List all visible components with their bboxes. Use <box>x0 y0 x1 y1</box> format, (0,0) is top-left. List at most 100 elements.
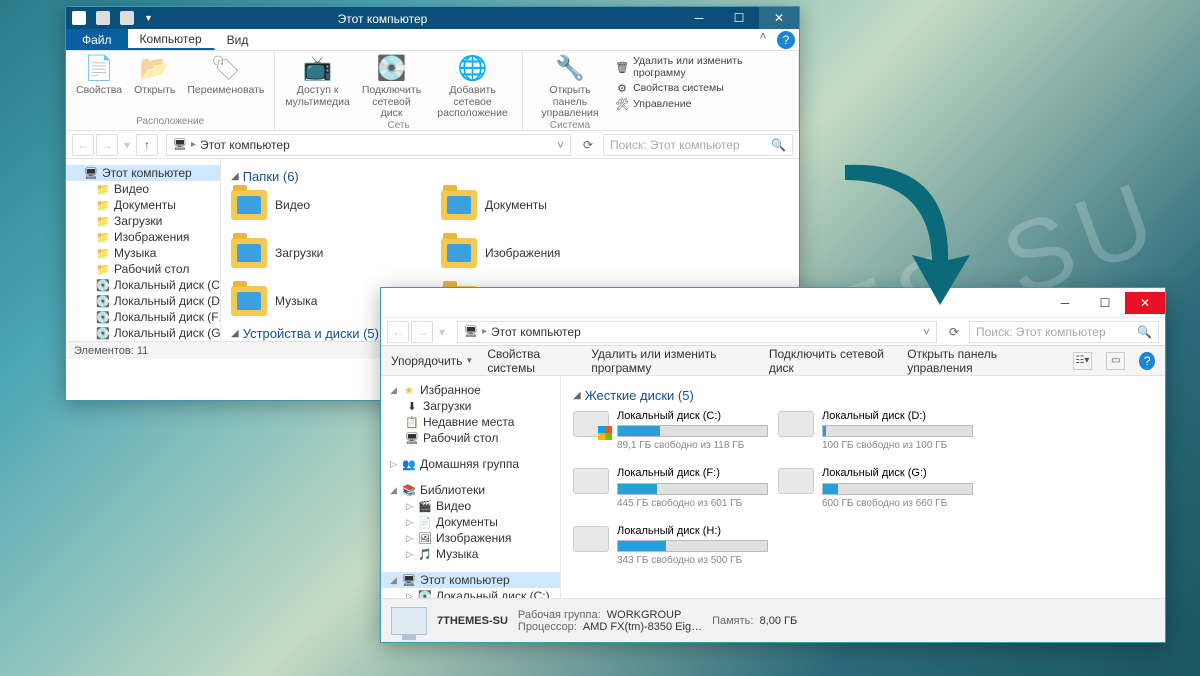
sidebar-item[interactable]: 📁Музыка <box>66 245 220 261</box>
manage-button[interactable]: 🛠Управление <box>615 97 788 111</box>
sidebar-item[interactable]: 📁Видео <box>66 181 220 197</box>
minimize-button[interactable]: ─ <box>679 7 719 29</box>
folder-item[interactable]: Видео <box>231 190 381 220</box>
folder-item[interactable]: Документы <box>441 190 591 220</box>
workgroup-label: Рабочая группа: <box>518 609 601 621</box>
folder-icon <box>231 286 267 316</box>
details-pane-button[interactable]: ▭ <box>1106 352 1125 370</box>
forward-button[interactable]: → <box>96 134 118 156</box>
control-panel-button[interactable]: 🔧Открыть панель управления <box>533 53 607 120</box>
search-icon: 🔍 <box>1137 325 1152 339</box>
tree-libraries[interactable]: ◢📚Библиотеки <box>381 482 560 498</box>
sysprops-button[interactable]: Свойства системы <box>487 347 577 375</box>
maximize-button[interactable]: ☐ <box>719 7 759 29</box>
sysprops-button[interactable]: ⚙Свойства системы <box>615 81 788 95</box>
tree-documents[interactable]: ▷📄Документы <box>381 514 560 530</box>
window-title: Этот компьютер <box>66 12 699 26</box>
folders-header[interactable]: ◢Папки (6) <box>231 169 789 184</box>
tree-homegroup[interactable]: ▷👥Домашняя группа <box>381 456 560 472</box>
disks-header[interactable]: ◢Жесткие диски (5) <box>573 388 1153 403</box>
search-input[interactable]: Поиск: Этот компьютер 🔍 <box>603 134 793 156</box>
rename-button[interactable]: 🏷Переименовать <box>187 53 264 97</box>
tree-music[interactable]: ▷🎵Музыка <box>381 546 560 562</box>
folder-item[interactable]: Загрузки <box>231 238 381 268</box>
tree-favorites[interactable]: ◢★Избранное <box>381 382 560 398</box>
group-network-label: Сеть <box>387 120 409 134</box>
map-drive-button[interactable]: 💽Подключить сетевой диск <box>362 53 421 120</box>
close-button[interactable]: ✕ <box>1125 292 1165 314</box>
control-panel-button[interactable]: Открыть панель управления <box>907 347 1045 375</box>
help-icon[interactable]: ? <box>777 31 795 49</box>
uninstall-button[interactable]: Удалить или изменить программу <box>591 347 755 375</box>
address-bar[interactable]: 🖥 ▸ Этот компьютер ˅ <box>166 134 571 156</box>
dropdown-icon[interactable]: ˅ <box>557 138 564 152</box>
tree-pictures[interactable]: ▷🖼Изображения <box>381 530 560 546</box>
up-button[interactable]: ↑ <box>136 134 158 156</box>
sidebar-item[interactable]: 📁Загрузки <box>66 213 220 229</box>
tab-file[interactable]: Файл <box>66 29 128 50</box>
organize-button[interactable]: Упорядочить ▼ <box>391 354 473 368</box>
sidebar-item[interactable]: 📁Рабочий стол <box>66 261 220 277</box>
content-pane: ◢Жесткие диски (5) Локальный диск (C:)89… <box>561 376 1165 598</box>
disk-item[interactable]: Локальный диск (G:)600 ГБ свободно из 66… <box>778 466 973 509</box>
cpu-label: Процессор: <box>518 621 577 633</box>
sidebar-item[interactable]: 💽Локальный диск (F:) <box>66 309 220 325</box>
mem-value: 8,00 ГБ <box>760 615 798 627</box>
maximize-button[interactable]: ☐ <box>1085 292 1125 314</box>
address-bar[interactable]: 🖥 ▸ Этот компьютер ˅ <box>457 321 937 343</box>
back-button[interactable]: ← <box>72 134 94 156</box>
tree-video[interactable]: ▷🎬Видео <box>381 498 560 514</box>
refresh-button[interactable]: ⟳ <box>577 134 599 156</box>
tree-downloads[interactable]: ⬇Загрузки <box>381 398 560 414</box>
search-placeholder: Поиск: Этот компьютер <box>610 138 740 152</box>
disk-icon: 💽 <box>96 310 110 324</box>
tree-this-pc[interactable]: ◢🖥Этот компьютер <box>381 572 560 588</box>
folder-icon: 📁 <box>96 246 110 260</box>
tree-recent[interactable]: 📋Недавние места <box>381 414 560 430</box>
map-drive-button[interactable]: Подключить сетевой диск <box>769 347 893 375</box>
folder-item[interactable]: Изображения <box>441 238 591 268</box>
disk-icon <box>778 411 814 437</box>
sidebar-item[interactable]: 💽Локальный диск (D:) <box>66 293 220 309</box>
sidebar-item[interactable]: 💽Локальный диск (G:) <box>66 325 220 341</box>
folder-icon <box>441 190 477 220</box>
properties-button[interactable]: 📄Свойства <box>76 53 122 97</box>
disk-icon <box>573 411 609 437</box>
tab-computer[interactable]: Компьютер <box>128 29 215 50</box>
ribbon: 📄Свойства 📂Открыть 🏷Переименовать Распол… <box>66 51 799 131</box>
folder-item[interactable]: Музыка <box>231 286 381 316</box>
history-dropdown[interactable]: ▾ <box>435 321 449 343</box>
tab-view[interactable]: Вид <box>215 29 262 50</box>
dropdown-icon[interactable]: ˅ <box>923 325 930 339</box>
disk-item[interactable]: Локальный диск (D:)100 ГБ свободно из 10… <box>778 409 973 452</box>
back-button[interactable]: ← <box>387 321 409 343</box>
folder-icon <box>441 238 477 268</box>
sidebar-item[interactable]: 📁Документы <box>66 197 220 213</box>
close-button[interactable]: ✕ <box>759 7 799 29</box>
sidebar-item[interactable]: 💽Локальный диск (C:) <box>66 277 220 293</box>
pc-icon: 🖥 <box>84 166 98 180</box>
add-netloc-button[interactable]: 🌐Добавить сетевое расположение <box>433 53 512 120</box>
sidebar-item[interactable]: 📁Изображения <box>66 229 220 245</box>
disk-icon <box>573 468 609 494</box>
tree-desktop[interactable]: 🖥Рабочий стол <box>381 430 560 446</box>
view-mode-button[interactable]: ☷▾ <box>1073 352 1092 370</box>
history-dropdown[interactable]: ▾ <box>120 134 134 156</box>
tree-disk-c[interactable]: ▷💽Локальный диск (C:) <box>381 588 560 598</box>
disk-item[interactable]: Локальный диск (H:)343 ГБ свободно из 50… <box>573 524 768 567</box>
disk-item[interactable]: Локальный диск (F:)445 ГБ свободно из 60… <box>573 466 768 509</box>
disk-item[interactable]: Локальный диск (C:)89,1 ГБ свободно из 1… <box>573 409 768 452</box>
help-icon[interactable]: ? <box>1139 352 1155 370</box>
chevron-right-icon: ▸ <box>482 326 487 337</box>
forward-button[interactable]: → <box>411 321 433 343</box>
refresh-button[interactable]: ⟳ <box>943 321 965 343</box>
search-input[interactable]: Поиск: Этот компьютер 🔍 <box>969 321 1159 343</box>
media-access-button[interactable]: 📺Доступ к мультимедиа <box>285 53 349 120</box>
breadcrumb: ← → ▾ ↑ 🖥 ▸ Этот компьютер ˅ ⟳ Поиск: Эт… <box>66 131 799 159</box>
open-button[interactable]: 📂Открыть <box>134 53 175 97</box>
uninstall-button[interactable]: 🗑Удалить или изменить программу <box>615 55 788 79</box>
disk-usage-bar <box>617 540 768 552</box>
ribbon-collapse-icon[interactable]: ˄ <box>755 29 771 50</box>
sidebar-item[interactable]: 🖥Этот компьютер <box>66 165 220 181</box>
minimize-button[interactable]: ─ <box>1045 292 1085 314</box>
